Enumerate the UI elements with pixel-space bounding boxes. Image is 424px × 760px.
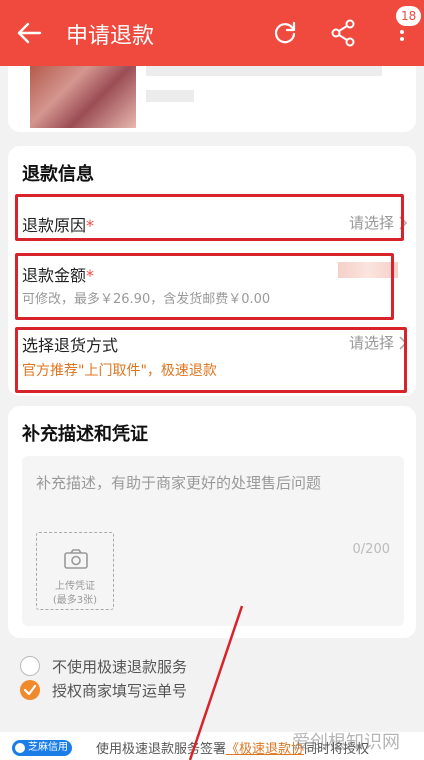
description-card: 补充描述和凭证 补充描述，有助于商家更好的处理售后问题 0/200 上传凭证 (… (8, 406, 416, 638)
radio-unchecked-icon[interactable] (20, 656, 40, 676)
more-vertical-icon[interactable] (392, 26, 412, 50)
upload-label: 上传凭证 (55, 581, 95, 592)
highlight-refund-amount (15, 253, 394, 320)
description-placeholder: 补充描述，有助于商家更好的处理售后问题 (36, 474, 322, 492)
app-header: 申请退款 18 (0, 0, 424, 66)
radio-checked-icon[interactable] (20, 680, 40, 700)
char-counter: 0/200 (352, 542, 390, 557)
option-label: 授权商家填写运单号 (52, 682, 188, 700)
highlight-refund-reason (15, 194, 404, 241)
product-sku-blur (146, 90, 194, 102)
camera-icon (64, 549, 88, 569)
description-textarea[interactable]: 补充描述，有助于商家更好的处理售后问题 0/200 上传凭证 (最多3张) (22, 456, 404, 626)
refresh-icon[interactable] (272, 20, 298, 46)
upload-limit: (最多3张) (52, 595, 98, 606)
product-title-blur (146, 66, 382, 76)
watermark: 爱创根知识网 (292, 732, 400, 753)
notification-badge: 18 (396, 6, 422, 26)
zhima-credit-badge: 芝麻信用 (12, 740, 72, 756)
share-icon[interactable] (330, 19, 356, 47)
refund-info-title: 退款信息 (22, 164, 94, 185)
zhima-logo-icon (15, 743, 25, 753)
product-card (8, 66, 416, 132)
highlight-return-method (15, 327, 407, 393)
description-title: 补充描述和凭证 (22, 424, 148, 445)
back-arrow-icon[interactable] (16, 20, 42, 46)
product-thumbnail (30, 66, 136, 128)
page-title: 申请退款 (66, 24, 155, 49)
upload-proof-button[interactable]: 上传凭证 (最多3张) (36, 532, 114, 610)
option-label: 不使用极速退款服务 (52, 658, 188, 676)
